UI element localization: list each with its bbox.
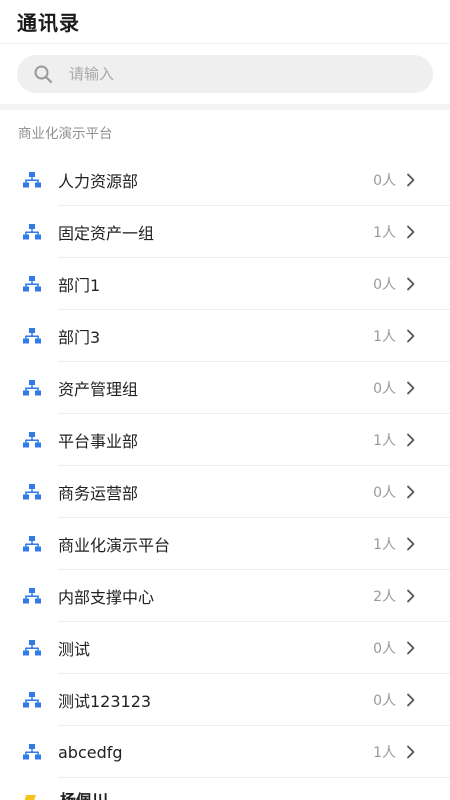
department-row[interactable]: 商业化演示平台 1人 (0, 518, 450, 570)
search-icon (33, 64, 53, 84)
department-name: 商务运营部 (58, 484, 139, 503)
person-row[interactable]: 杨佩川 (0, 778, 450, 800)
org-structure-icon (22, 534, 42, 554)
department-name: 平台事业部 (58, 432, 139, 451)
chevron-right-icon (406, 277, 416, 291)
org-structure-icon (22, 378, 42, 398)
department-name: 商业化演示平台 (58, 536, 171, 555)
department-row[interactable]: 内部支撑中心 2人 (0, 570, 450, 622)
user-avatar-icon (20, 792, 42, 800)
org-structure-icon (22, 326, 42, 346)
member-count: 0人 (373, 173, 396, 189)
org-structure-icon (22, 274, 42, 294)
member-count: 0人 (373, 485, 396, 501)
chevron-right-icon (406, 641, 416, 655)
chevron-right-icon (406, 589, 416, 603)
org-structure-icon (22, 638, 42, 658)
org-structure-icon (22, 430, 42, 450)
org-structure-icon (22, 586, 42, 606)
department-row[interactable]: 平台事业部 1人 (0, 414, 450, 466)
member-count: 0人 (373, 381, 396, 397)
department-row[interactable]: 人力资源部 0人 (0, 154, 450, 206)
chevron-right-icon (406, 225, 416, 239)
department-row[interactable]: 测试123123 0人 (0, 674, 450, 726)
person-name: 杨佩川 (60, 792, 108, 800)
member-count: 1人 (373, 329, 396, 345)
chevron-right-icon (406, 433, 416, 447)
chevron-right-icon (406, 329, 416, 343)
member-count: 1人 (373, 745, 396, 761)
org-structure-icon (22, 690, 42, 710)
chevron-right-icon (406, 173, 416, 187)
department-name: 固定资产一组 (58, 224, 155, 243)
chevron-right-icon (406, 485, 416, 499)
department-name: 测试123123 (58, 692, 152, 711)
org-structure-icon (22, 170, 42, 190)
search-bar (0, 44, 450, 104)
department-name: 部门3 (58, 328, 101, 347)
department-name: 人力资源部 (58, 172, 139, 191)
chevron-right-icon (406, 693, 416, 707)
org-structure-icon (22, 482, 42, 502)
member-count: 1人 (373, 225, 396, 241)
chevron-right-icon (406, 745, 416, 759)
member-count: 2人 (373, 589, 396, 605)
member-count: 1人 (373, 433, 396, 449)
contacts-screen: 通讯录 商业化演示平台 人力资源部 (0, 0, 450, 800)
department-row[interactable]: 部门3 1人 (0, 310, 450, 362)
department-row[interactable]: 资产管理组 0人 (0, 362, 450, 414)
page-title: 通讯录 (17, 11, 80, 35)
department-row[interactable]: abcedfg 1人 (0, 726, 450, 778)
department-name: 测试 (58, 640, 91, 659)
search-box[interactable] (17, 55, 433, 93)
department-name: 部门1 (58, 276, 101, 295)
department-row[interactable]: 固定资产一组 1人 (0, 206, 450, 258)
department-row[interactable]: 商务运营部 0人 (0, 466, 450, 518)
department-row[interactable]: 部门1 0人 (0, 258, 450, 310)
org-name-label: 商业化演示平台 (18, 126, 113, 142)
org-structure-icon (22, 742, 42, 762)
member-count: 0人 (373, 641, 396, 657)
department-name: 内部支撑中心 (58, 588, 155, 607)
member-count: 1人 (373, 537, 396, 553)
department-name: 资产管理组 (58, 380, 139, 399)
department-row[interactable]: 测试 0人 (0, 622, 450, 674)
department-list: 人力资源部 0人 固定资产一组 1人 部门1 0人 部门3 1人 资产管理组 0… (0, 154, 450, 778)
department-name: abcedfg (58, 742, 123, 762)
chevron-right-icon (406, 537, 416, 551)
search-input[interactable] (67, 58, 433, 90)
chevron-right-icon (406, 381, 416, 395)
header: 通讯录 (0, 0, 450, 44)
member-count: 0人 (373, 277, 396, 293)
member-count: 0人 (373, 693, 396, 709)
org-structure-icon (22, 222, 42, 242)
